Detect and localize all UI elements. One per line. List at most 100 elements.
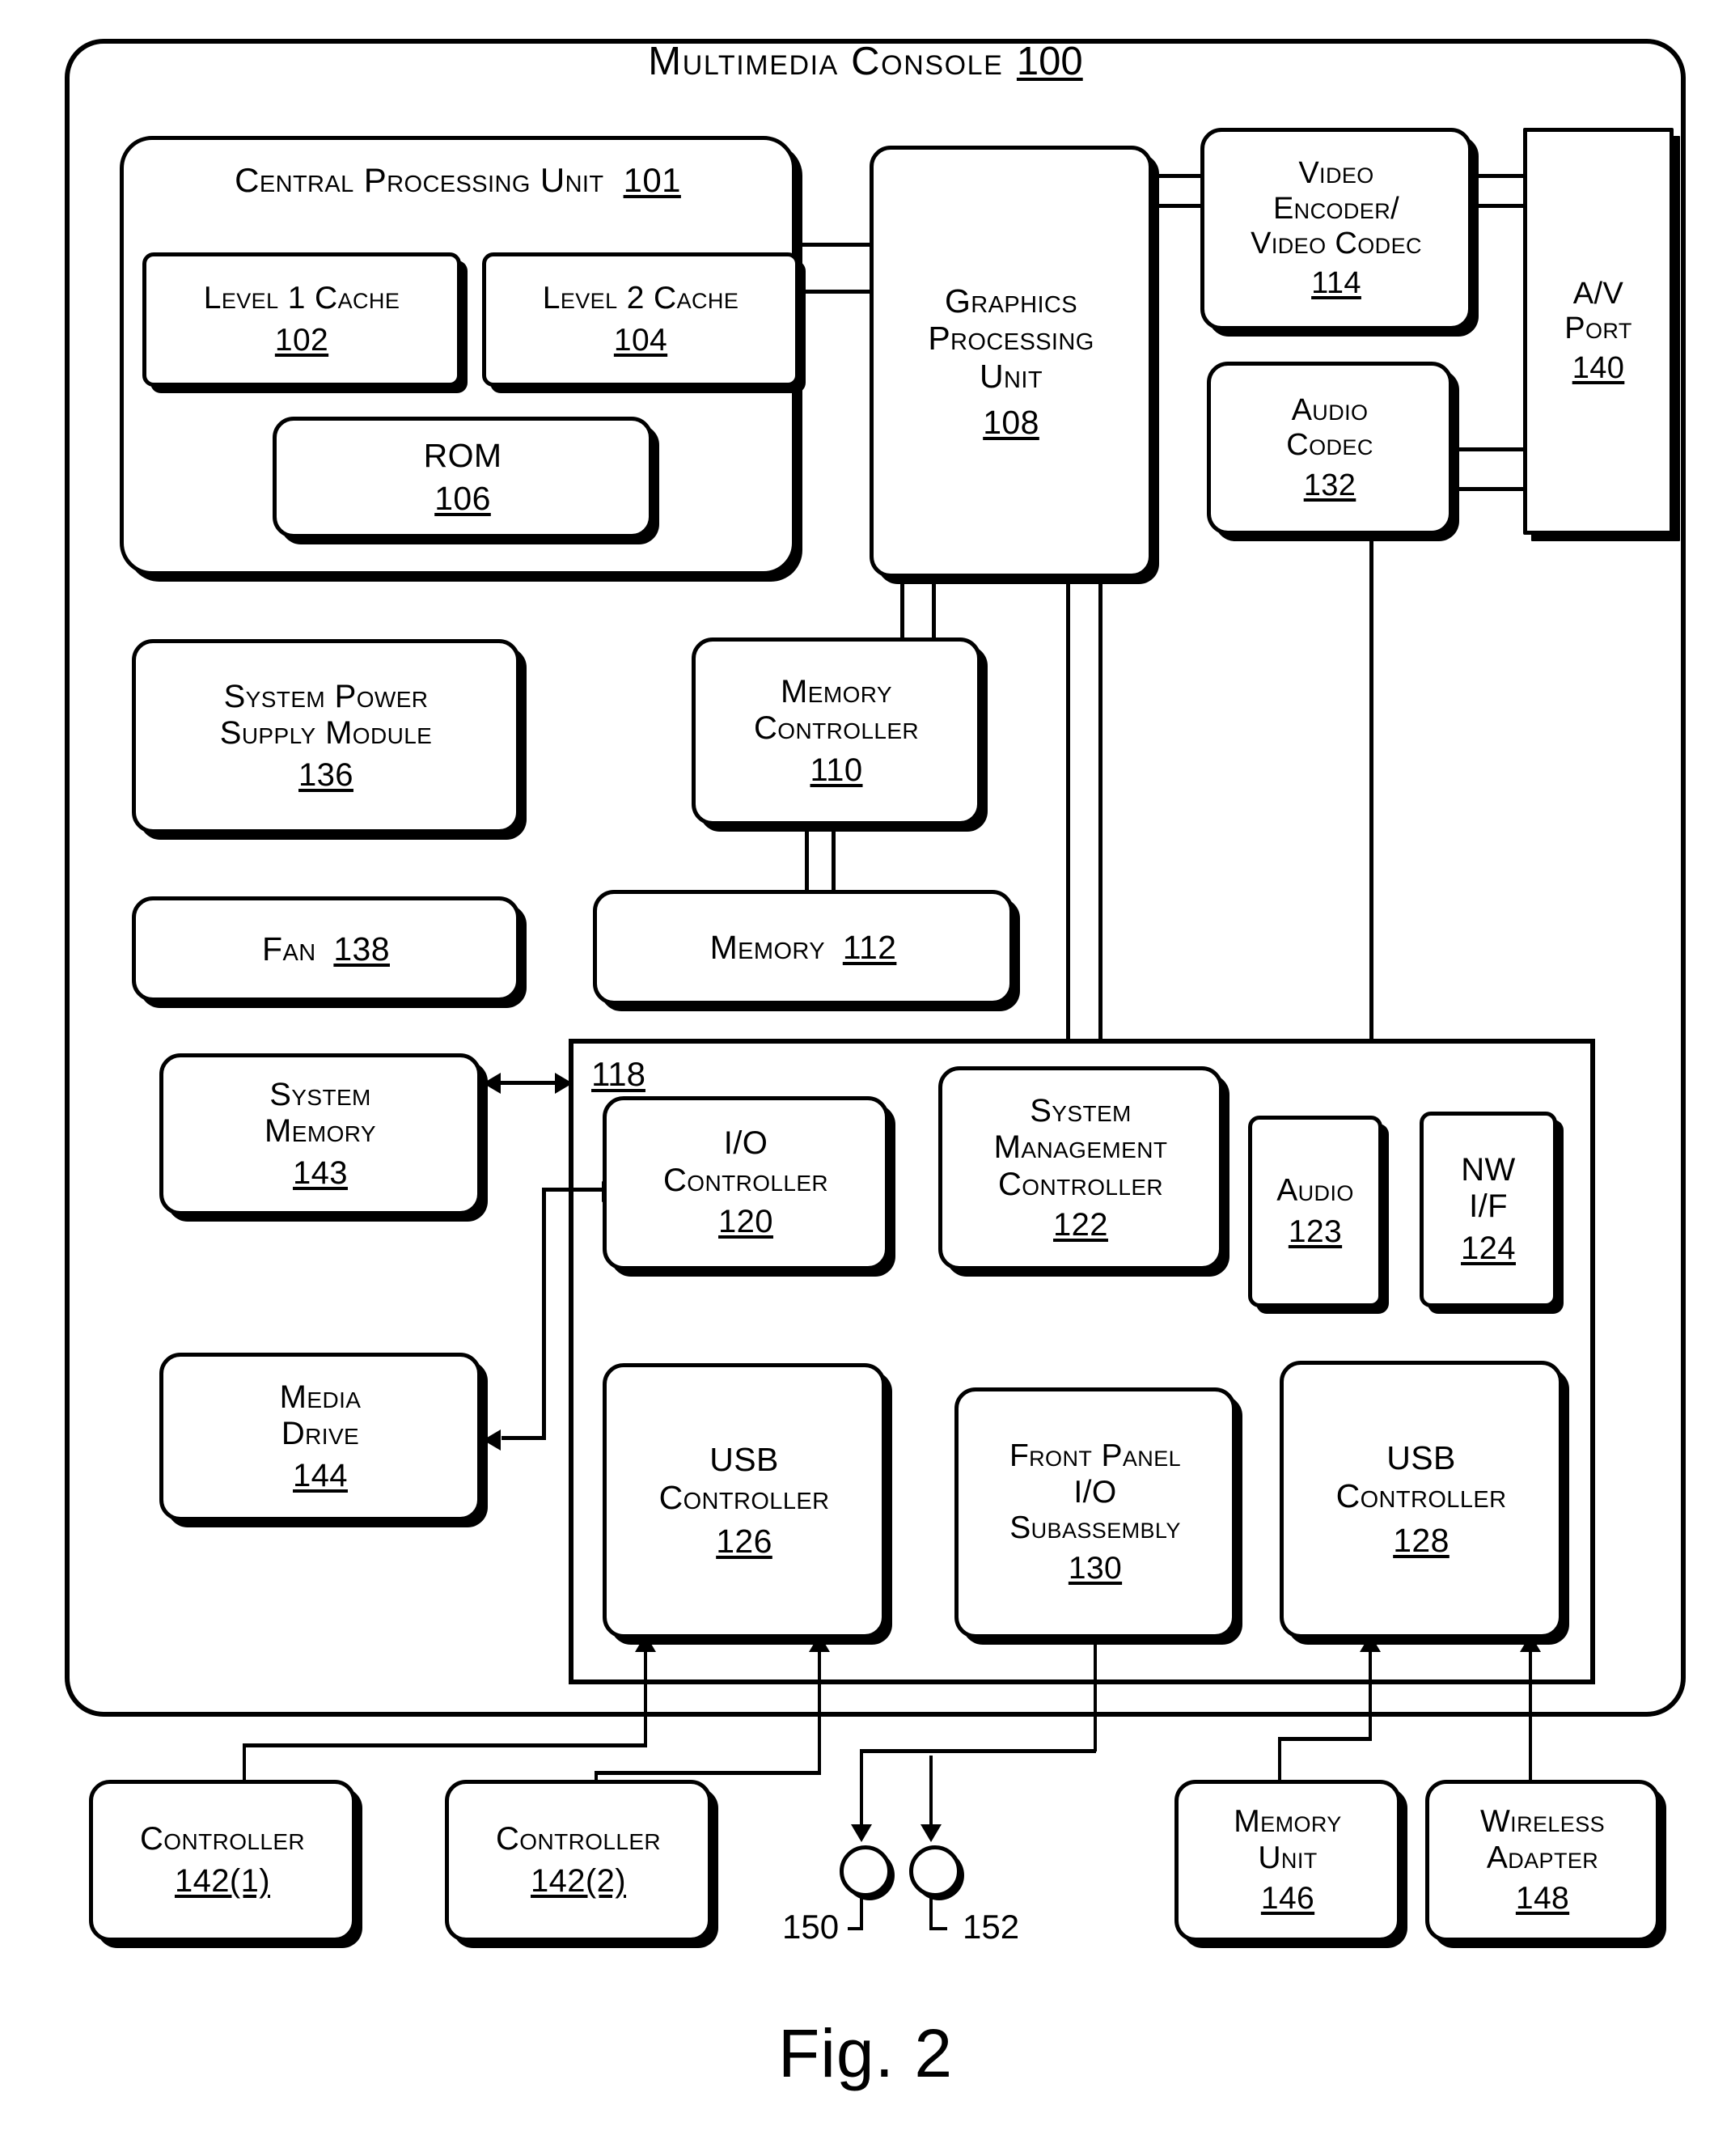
block-usb-controller-128: USB Controller 128 [1280, 1361, 1563, 1638]
block-cpu-ref: 101 [623, 161, 681, 199]
block-controller-1-label: Controller [139, 1821, 306, 1857]
console-title-text: Multimedia Console [648, 40, 1004, 83]
block-smc-label-3: Controller [997, 1167, 1164, 1202]
arrow-circle-150 [851, 1824, 872, 1842]
block-audio-codec-ref: 132 [1303, 468, 1356, 502]
block-usb128-label-2: Controller [1335, 1477, 1507, 1515]
block-controller-2: Controller 142(2) [445, 1780, 712, 1942]
block-memory-controller-ref: 110 [810, 752, 863, 788]
block-memory-controller-label-2: Controller [753, 710, 920, 747]
block-gpu-label-2: Processing [928, 320, 1094, 358]
block-level1-cache-label: Level 1 Cache [203, 280, 400, 316]
subsystem-118-ref: 118 [591, 1055, 645, 1093]
bus-gpu-memctrl-right [932, 578, 936, 641]
peripheral-circle-150 [840, 1845, 891, 1897]
page-title: Multimedia Console 100 [0, 39, 1731, 84]
block-io-controller-label-1: I/O [723, 1125, 768, 1162]
bus-acodec-avport-lower [1451, 487, 1527, 491]
block-front-panel-io: Front Panel I/O Subassembly 130 [954, 1387, 1236, 1638]
bus-cpu-gpu-upper [794, 243, 874, 247]
block-video-encoder-label-2: Encoder/ [1272, 191, 1400, 226]
block-smc-label-2: Management [993, 1129, 1168, 1166]
block-system-memory-label-2: Memory [265, 1113, 376, 1150]
block-usb126-label-2: Controller [658, 1478, 830, 1516]
block-level2-cache-ref: 104 [613, 323, 668, 358]
bus-memctrl-memory-right [832, 824, 836, 893]
block-system-memory-ref: 143 [293, 1154, 348, 1191]
wire-memunit-horiz [1278, 1737, 1372, 1741]
bus-gpu-memctrl-left [900, 578, 904, 641]
figure-caption: Fig. 2 [777, 2015, 954, 2091]
block-power-supply: System Power Supply Module 136 [132, 639, 520, 833]
wire-ctrl1-vert-lower [243, 1743, 246, 1782]
patent-figure: Multimedia Console 100 Central Processin… [0, 0, 1731, 2156]
block-memory-controller-label-1: Memory [781, 673, 892, 709]
block-usb126-ref: 126 [716, 1523, 772, 1561]
block-controller-2-label: Controller [495, 1821, 662, 1857]
block-controller-1-ref: 142(1) [174, 1863, 271, 1899]
leader-150-foot [848, 1927, 863, 1930]
block-media-drive-label-2: Drive [281, 1416, 360, 1452]
wire-ctrl1-horiz [243, 1743, 647, 1747]
block-memory-ref: 112 [842, 928, 897, 966]
block-controller-1: Controller 142(1) [89, 1780, 356, 1942]
bus-memctrl-memory-left [805, 824, 809, 893]
block-audio-codec-label-1: Audio [1291, 393, 1369, 428]
block-gpu: Graphics Processing Unit 108 [870, 146, 1153, 578]
console-title-ref: 100 [1016, 40, 1083, 83]
block-io-controller-ref: 120 [718, 1204, 773, 1240]
wire-ctrl2-horiz [595, 1771, 821, 1775]
block-power-supply-label-1: System Power [223, 678, 429, 714]
block-power-supply-label-2: Supply Module [219, 715, 433, 752]
wire-memunit-vert-lower [1278, 1737, 1281, 1784]
wire-152-down [929, 1756, 933, 1828]
block-fan-ref: 138 [333, 930, 390, 968]
wire-frontpanel-horiz [860, 1749, 1096, 1753]
block-front-panel-label-3: Subassembly [1009, 1510, 1181, 1545]
block-front-panel-ref: 130 [1068, 1551, 1123, 1586]
block-memory-label: Memory [709, 928, 825, 966]
block-nw-if: NW I/F 124 [1420, 1112, 1557, 1307]
block-audio-codec-label-2: Codec [1286, 428, 1373, 463]
bus-audiocodec-subsystem [1369, 534, 1373, 1040]
bus-gpu-subsystem-right [1098, 578, 1103, 1040]
block-front-panel-label-2: I/O [1073, 1474, 1117, 1510]
block-audio-codec: Audio Codec 132 [1207, 362, 1453, 535]
bus-acodec-avport-upper [1451, 447, 1527, 451]
block-rom-ref: 106 [434, 480, 491, 517]
block-rom-label: ROM [423, 437, 502, 475]
block-power-supply-ref: 136 [298, 756, 353, 793]
block-level1-cache: Level 1 Cache 102 [142, 252, 461, 387]
block-level1-cache-ref: 102 [274, 323, 329, 358]
block-video-encoder-ref: 114 [1311, 266, 1361, 301]
block-memory-unit: Memory Unit 146 [1174, 1780, 1401, 1942]
wire-150-down [860, 1749, 863, 1828]
block-usb-controller-126: USB Controller 126 [603, 1363, 886, 1638]
block-cpu-label: Central Processing Unit [235, 161, 604, 199]
block-fan: Fan 138 [132, 896, 520, 1002]
block-system-memory-label-1: System [269, 1076, 371, 1112]
block-gpu-label-1: Graphics [944, 282, 1077, 320]
block-usb128-label-1: USB [1386, 1439, 1456, 1477]
block-front-panel-label-1: Front Panel [1009, 1438, 1182, 1474]
block-memory-controller: Memory Controller 110 [692, 637, 981, 825]
block-memory-unit-ref: 146 [1260, 1881, 1315, 1917]
ref-152: 152 [963, 1908, 1020, 1946]
arrow-sysmem-left [483, 1073, 501, 1094]
arrow-sysmem-right [555, 1073, 573, 1094]
block-nw-if-ref: 124 [1461, 1230, 1516, 1266]
bus-gpu-subsystem-left [1066, 578, 1070, 1040]
bus-gpu-venc-lower [1149, 204, 1204, 208]
block-av-port-label-1: A/V [1572, 276, 1624, 311]
block-system-memory: System Memory 143 [159, 1053, 481, 1215]
block-memory: Memory 112 [593, 890, 1014, 1005]
block-wireless-adapter-label-2: Adapter [1486, 1840, 1599, 1875]
link-iocontroller-mediadrive-bottom [502, 1436, 546, 1440]
leader-152-foot [929, 1927, 947, 1930]
block-smc-ref: 122 [1053, 1206, 1108, 1243]
block-av-port-ref: 140 [1572, 351, 1625, 386]
block-level2-cache-label: Level 2 Cache [542, 280, 739, 316]
bus-venc-avport-upper [1471, 174, 1527, 178]
block-io-controller-label-2: Controller [662, 1162, 829, 1198]
block-audio-ref: 123 [1288, 1214, 1343, 1249]
